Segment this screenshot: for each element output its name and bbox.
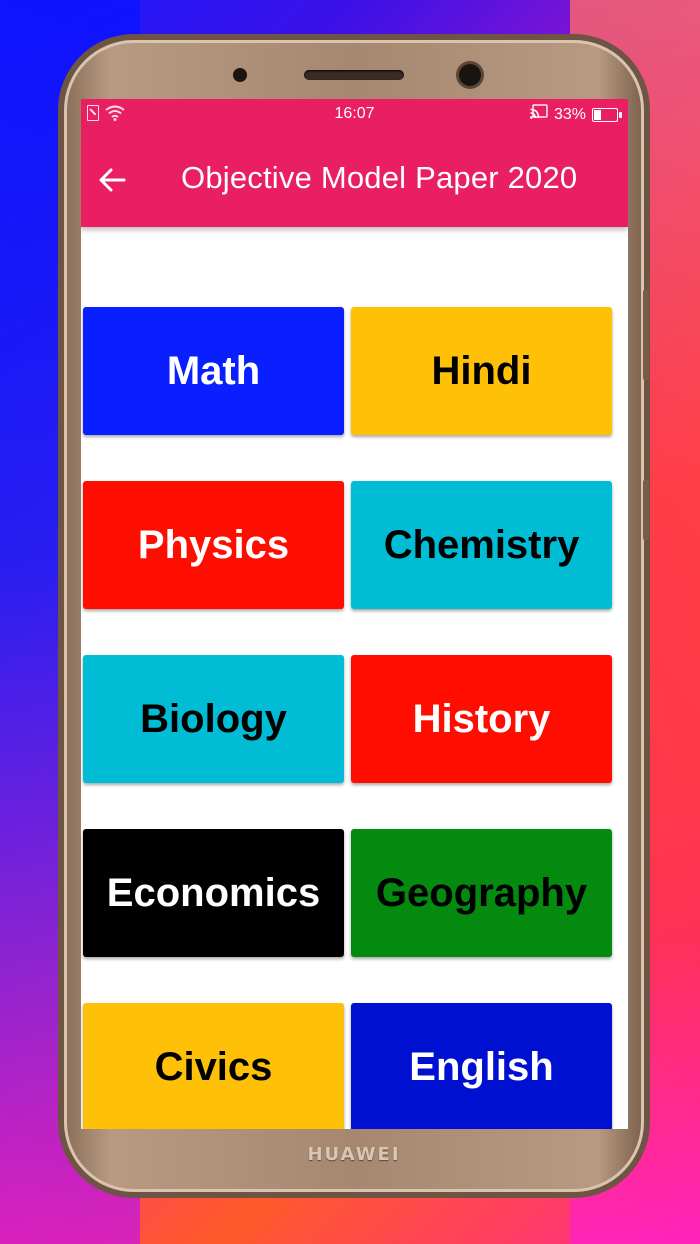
status-bar: 16:07 33%: [81, 99, 628, 129]
battery-level: [594, 109, 601, 120]
page-title: Objective Model Paper 2020: [181, 160, 578, 195]
subject-tile-physics[interactable]: Physics: [83, 481, 344, 609]
cast-icon: [529, 104, 548, 125]
subject-tile-economics[interactable]: Economics: [83, 829, 344, 957]
subject-tile-geography[interactable]: Geography: [351, 829, 612, 957]
earpiece-speaker: [304, 70, 404, 80]
subject-label: Physics: [137, 522, 290, 567]
brand-logo: HUAWEI: [307, 1144, 401, 1165]
proximity-sensor: [233, 68, 247, 82]
back-button[interactable]: [97, 163, 133, 195]
subject-label: Math: [166, 348, 261, 393]
phone-frame: 16:07 33% Objective Model Paper 2020 Mat…: [64, 40, 649, 1192]
subject-label: History: [412, 696, 551, 741]
subject-tile-english[interactable]: English: [351, 1003, 612, 1129]
subject-label: Economics: [106, 870, 321, 915]
phone-screen: 16:07 33% Objective Model Paper 2020 Mat…: [81, 99, 628, 1129]
subject-tile-civics[interactable]: Civics: [83, 1003, 344, 1129]
status-right-icons: 33%: [529, 104, 622, 125]
subject-label: Hindi: [431, 348, 532, 393]
phone-bottom-bezel: HUAWEI: [64, 1130, 644, 1192]
battery-percent: 33%: [553, 105, 586, 123]
subject-label: Civics: [154, 1044, 273, 1089]
power-button: [643, 480, 649, 540]
subject-tile-math[interactable]: Math: [83, 307, 344, 435]
subject-label: Geography: [375, 870, 588, 915]
front-camera: [459, 64, 481, 86]
subject-tile-chemistry[interactable]: Chemistry: [351, 481, 612, 609]
subject-label: English: [409, 1044, 554, 1089]
phone-top-bezel: [64, 40, 644, 100]
subject-tile-biology[interactable]: Biology: [83, 655, 344, 783]
subject-tile-history[interactable]: History: [351, 655, 612, 783]
app-bar: Objective Model Paper 2020: [81, 129, 628, 227]
subject-tile-hindi[interactable]: Hindi: [351, 307, 612, 435]
volume-button: [643, 290, 649, 380]
arrow-left-icon: [99, 168, 126, 192]
subject-label: Chemistry: [383, 522, 580, 567]
battery-icon: [592, 107, 622, 122]
subject-label: Biology: [140, 696, 287, 741]
